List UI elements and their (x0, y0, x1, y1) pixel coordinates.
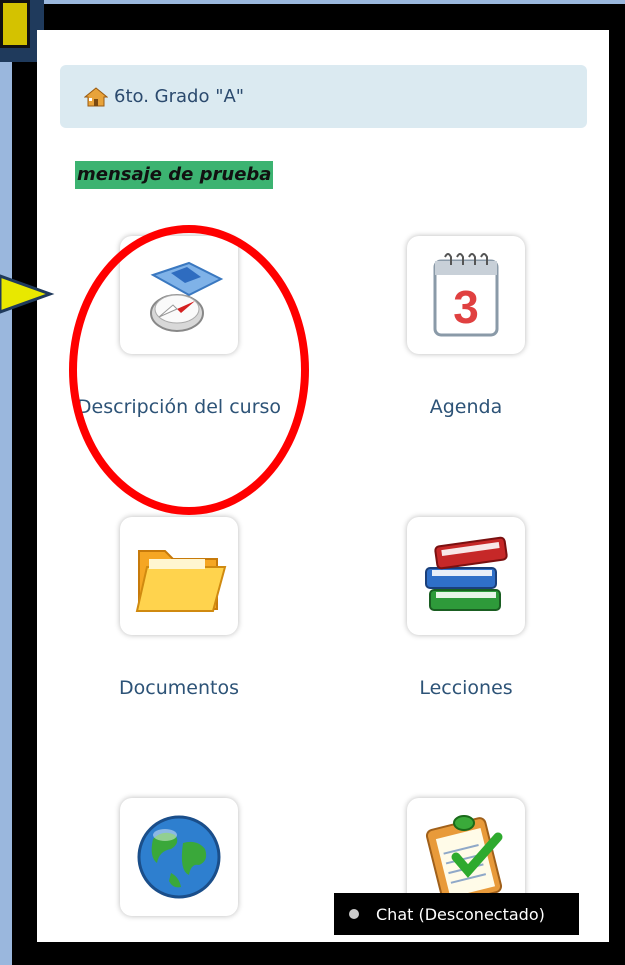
tool-icon-box[interactable] (120, 798, 238, 916)
course-message: mensaje de prueba (75, 161, 274, 189)
tool-documents[interactable]: Documentos (54, 517, 304, 699)
tool-lessons[interactable]: Lecciones (341, 517, 591, 699)
folder-icon (135, 550, 227, 612)
tool-agenda[interactable]: 3 Agenda (341, 236, 591, 418)
books-icon (425, 536, 508, 611)
home-icon (84, 86, 108, 106)
chat-label[interactable]: Chat (Desconectado) (376, 905, 545, 924)
left-frame-bar (0, 0, 12, 965)
svg-text:3: 3 (453, 281, 479, 333)
tool-label[interactable]: Agenda (341, 396, 591, 418)
tool-icon-box[interactable] (407, 517, 525, 635)
top-frame-strip (40, 0, 625, 4)
tool-label[interactable]: Documentos (54, 677, 304, 699)
breadcrumb-course-link[interactable]: 6to. Grado "A" (114, 86, 244, 107)
chat-status-dot (349, 909, 359, 919)
tool-icon-box[interactable]: 3 (407, 236, 525, 354)
clipboard-check-icon (425, 815, 503, 905)
tool-label[interactable]: Lecciones (341, 677, 591, 699)
calendar-icon: 3 (433, 253, 499, 337)
course-home-panel: 6to. Grado "A" mensaje de prueba Descrip… (37, 30, 609, 942)
pointer-arrow-icon (0, 274, 55, 314)
tool-links[interactable] (54, 798, 304, 942)
corner-yellow-tab (0, 0, 30, 48)
chat-bar[interactable]: Chat (Desconectado) (334, 893, 579, 935)
globe-icon (137, 815, 221, 899)
tool-icon-box[interactable] (120, 517, 238, 635)
breadcrumb: 6to. Grado "A" (60, 65, 587, 128)
highlight-ellipse (69, 225, 309, 515)
